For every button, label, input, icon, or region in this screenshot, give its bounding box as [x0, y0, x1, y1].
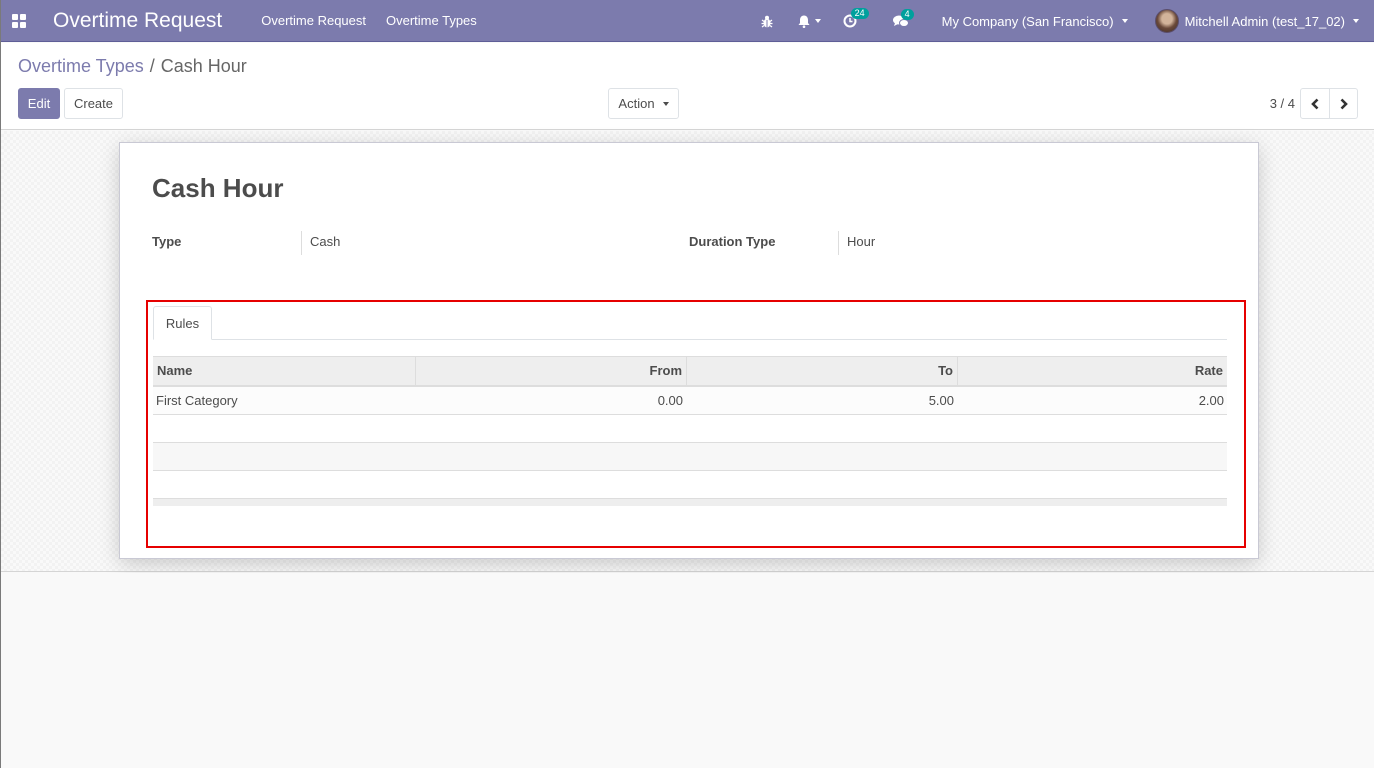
column-header-name[interactable]: Name [153, 357, 415, 385]
breadcrumb-current: Cash Hour [160, 56, 247, 76]
table-footer [153, 499, 1227, 506]
pager-buttons [1300, 88, 1358, 119]
form-view: Cash Hour Type Cash Duration Type Hour R… [1, 131, 1374, 572]
chevron-right-icon [1340, 98, 1348, 109]
chevron-down-icon [814, 19, 821, 23]
breadcrumb-parent-link[interactable]: Overtime Types [18, 56, 144, 76]
duration-type-value: Hour [838, 231, 875, 255]
action-dropdown-button[interactable]: Action [608, 88, 679, 119]
cell-from: 0.00 [657, 393, 683, 408]
avatar [1154, 9, 1179, 33]
page-background [1, 573, 1374, 768]
menu-item-overtime-types[interactable]: Overtime Types [386, 13, 477, 28]
chevron-down-icon [1121, 19, 1128, 23]
form-sheet: Cash Hour Type Cash Duration Type Hour R… [119, 142, 1259, 559]
activity-clock-icon[interactable]: 24 [843, 8, 869, 28]
cell-name: First Category [156, 393, 238, 408]
pager: 3 / 4 [1270, 88, 1358, 119]
pager-next-button[interactable] [1329, 89, 1357, 118]
rules-table: Name From To Rate First Category 0.00 5.… [153, 356, 1227, 506]
menu-item-overtime-request[interactable]: Overtime Request [261, 13, 366, 28]
messages-chat-icon[interactable]: 4 [892, 8, 914, 28]
chevron-down-icon [1353, 19, 1359, 23]
column-header-to[interactable]: To [686, 357, 957, 385]
activity-count-badge: 24 [850, 8, 869, 19]
user-menu[interactable]: Mitchell Admin (test_17_02) [1154, 9, 1359, 33]
breadcrumb: Overtime Types / Cash Hour [18, 56, 247, 77]
apps-menu-icon[interactable] [12, 13, 26, 28]
company-name: My Company (San Francisco) [941, 13, 1114, 29]
top-navbar: Overtime Request Overtime Request Overti… [1, 0, 1374, 42]
table-row[interactable]: First Category 0.00 5.00 2.00 [153, 387, 1227, 415]
chevron-left-icon [1311, 98, 1319, 109]
empty-row [153, 443, 1227, 471]
pager-previous-button[interactable] [1301, 89, 1329, 118]
create-button[interactable]: Create [64, 88, 123, 119]
app-title: Overtime Request [53, 8, 223, 32]
record-title: Cash Hour [152, 173, 284, 203]
column-header-rate[interactable]: Rate [957, 357, 1227, 385]
tab-rules[interactable]: Rules [153, 306, 212, 340]
systray: 24 4 My Company (San Francisco) Mitchell… [761, 0, 1374, 42]
notebook-tabs: Rules [153, 306, 1227, 340]
duration-type-label: Duration Type [689, 234, 776, 249]
pager-value[interactable]: 3 / 4 [1270, 96, 1295, 111]
type-value: Cash [301, 231, 340, 255]
type-label: Type [152, 234, 182, 249]
user-name: Mitchell Admin (test_17_02) [1184, 13, 1345, 29]
debug-bug-icon[interactable] [761, 15, 773, 28]
control-panel: Overtime Types / Cash Hour Edit Create Act… [1, 43, 1374, 130]
messages-count-badge: 4 [900, 8, 914, 20]
notifications-bell-icon[interactable] [798, 15, 821, 28]
main-menu: Overtime Request Overtime Types [261, 13, 497, 28]
column-header-from[interactable]: From [415, 357, 686, 385]
action-label: Action [618, 96, 655, 111]
empty-row [153, 415, 1227, 443]
cell-rate: 2.00 [1198, 393, 1224, 408]
chevron-down-icon [662, 101, 669, 106]
edit-button[interactable]: Edit [18, 88, 60, 119]
cell-to: 5.00 [928, 393, 954, 408]
rules-section-highlight: Rules Name From To Rate First Category 0… [146, 300, 1246, 548]
empty-row [153, 471, 1227, 499]
breadcrumb-separator: / [149, 56, 155, 76]
table-header: Name From To Rate [153, 356, 1227, 387]
company-switcher[interactable]: My Company (San Francisco) [942, 14, 1128, 29]
